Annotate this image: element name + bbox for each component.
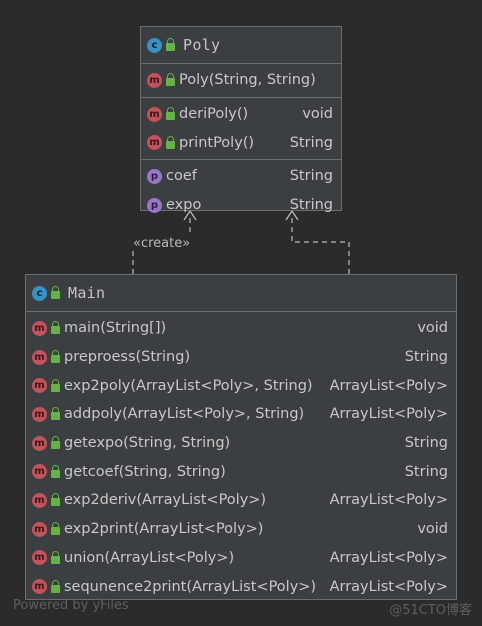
method-icon: m <box>32 320 47 336</box>
public-lock-icon <box>51 464 60 478</box>
main-class-box[interactable]: c Main m main(String[]) void m preproess(Str… <box>25 274 457 600</box>
method-icon: m <box>32 464 47 480</box>
member-type: String <box>404 463 448 480</box>
poly-class-header: c Poly <box>141 27 341 64</box>
member-type: ArrayList<Poly> <box>329 377 448 394</box>
member-name: expo <box>166 197 202 214</box>
main-method-row[interactable]: m sequnence2print(ArrayList<Poly>) ArrayLi… <box>26 572 456 601</box>
public-lock-icon <box>51 550 60 564</box>
public-lock-icon <box>51 378 60 392</box>
poly-method-row[interactable]: m printPoly() String <box>141 128 341 157</box>
method-icon: m <box>32 435 47 451</box>
main-method-row[interactable]: m addpoly(ArrayList<Poly>, String) ArrayLi… <box>26 400 456 429</box>
public-lock-icon <box>51 350 60 364</box>
main-method-row[interactable]: m main(String[]) void <box>26 314 456 343</box>
method-icon: m <box>32 406 47 422</box>
member-name: deriPoly() <box>179 106 249 123</box>
class-icon: c <box>147 37 162 53</box>
member-type: void <box>417 521 448 538</box>
poly-class-box[interactable]: c Poly m Poly(String, String) m deriPoly… <box>140 26 342 213</box>
class-icon: c <box>32 285 47 301</box>
member-type: void <box>302 106 333 123</box>
poly-constructor-row[interactable]: m Poly(String, String) <box>141 66 341 95</box>
main-method-row[interactable]: m exp2deriv(ArrayList<Poly>) ArrayList<Pol… <box>26 486 456 515</box>
member-name: exp2deriv(ArrayList<Poly>) <box>64 492 267 509</box>
field-icon: p <box>147 197 162 213</box>
member-type: String <box>289 197 333 214</box>
poly-field-row[interactable]: p expo String <box>141 191 341 220</box>
member-type: String <box>404 349 448 366</box>
public-lock-icon <box>51 407 60 421</box>
member-name: preproess(String) <box>64 349 191 366</box>
method-icon: m <box>32 378 47 394</box>
member-type: ArrayList<Poly> <box>329 406 448 423</box>
poly-fields: p coef String p expo String <box>141 160 341 221</box>
poly-constructors: m Poly(String, String) <box>141 64 341 98</box>
main-class-header: c Main <box>26 275 456 312</box>
member-type: String <box>404 435 448 452</box>
main-method-row[interactable]: m exp2poly(ArrayList<Poly>, String) ArrayL… <box>26 371 456 400</box>
public-lock-icon <box>166 38 175 51</box>
poly-methods: m deriPoly() void m printPoly() String <box>141 98 341 161</box>
public-lock-icon <box>166 107 175 121</box>
method-icon: m <box>32 550 47 566</box>
member-name: getcoef(String, String) <box>64 463 226 480</box>
create-label: «create» <box>132 236 192 251</box>
public-lock-icon <box>51 522 60 536</box>
member-name: main(String[]) <box>64 320 167 337</box>
member-name: coef <box>166 168 197 185</box>
member-name: getexpo(String, String) <box>64 435 231 452</box>
method-icon: m <box>32 579 47 595</box>
public-lock-icon <box>51 286 60 299</box>
member-name: sequnence2print(ArrayList<Poly>) <box>64 578 317 595</box>
member-name: exp2poly(ArrayList<Poly>, String) <box>64 377 313 394</box>
public-lock-icon <box>51 579 60 593</box>
watermark-yfiles: Powered by yFiles <box>13 598 129 613</box>
method-icon: m <box>147 72 162 88</box>
member-name: addpoly(ArrayList<Poly>, String) <box>64 406 305 423</box>
watermark-51cto: @51CTO博客 <box>389 603 472 618</box>
public-lock-icon <box>51 493 60 507</box>
member-type: ArrayList<Poly> <box>329 578 448 595</box>
member-name: exp2print(ArrayList<Poly>) <box>64 521 264 538</box>
main-methods: m main(String[]) void m preproess(String) Str… <box>26 312 456 603</box>
member-name: union(ArrayList<Poly>) <box>64 549 235 566</box>
method-icon: m <box>32 521 47 537</box>
dependency-edge <box>291 214 350 274</box>
public-lock-icon <box>166 135 175 149</box>
method-icon: m <box>32 349 47 365</box>
member-type: ArrayList<Poly> <box>329 492 448 509</box>
main-method-row[interactable]: m exp2print(ArrayList<Poly>) void <box>26 515 456 544</box>
member-type: ArrayList<Poly> <box>329 549 448 566</box>
method-icon: m <box>147 135 162 151</box>
poly-field-row[interactable]: p coef String <box>141 162 341 191</box>
main-method-row[interactable]: m getcoef(String, String) String <box>26 457 456 486</box>
field-icon: p <box>147 168 162 184</box>
public-lock-icon <box>51 321 60 335</box>
method-icon: m <box>32 492 47 508</box>
public-lock-icon <box>166 73 175 87</box>
public-lock-icon <box>51 436 60 450</box>
member-name: printPoly() <box>179 134 255 151</box>
poly-class-name: Poly <box>183 36 221 54</box>
main-method-row[interactable]: m union(ArrayList<Poly>) ArrayList<Poly> <box>26 544 456 573</box>
poly-method-row[interactable]: m deriPoly() void <box>141 100 341 129</box>
method-icon: m <box>147 106 162 122</box>
main-method-row[interactable]: m preproess(String) String <box>26 343 456 372</box>
main-class-name: Main <box>68 284 106 302</box>
member-type: String <box>289 134 333 151</box>
main-method-row[interactable]: m getexpo(String, String) String <box>26 429 456 458</box>
member-type: String <box>289 168 333 185</box>
member-name: Poly(String, String) <box>179 72 316 89</box>
member-type: void <box>417 320 448 337</box>
